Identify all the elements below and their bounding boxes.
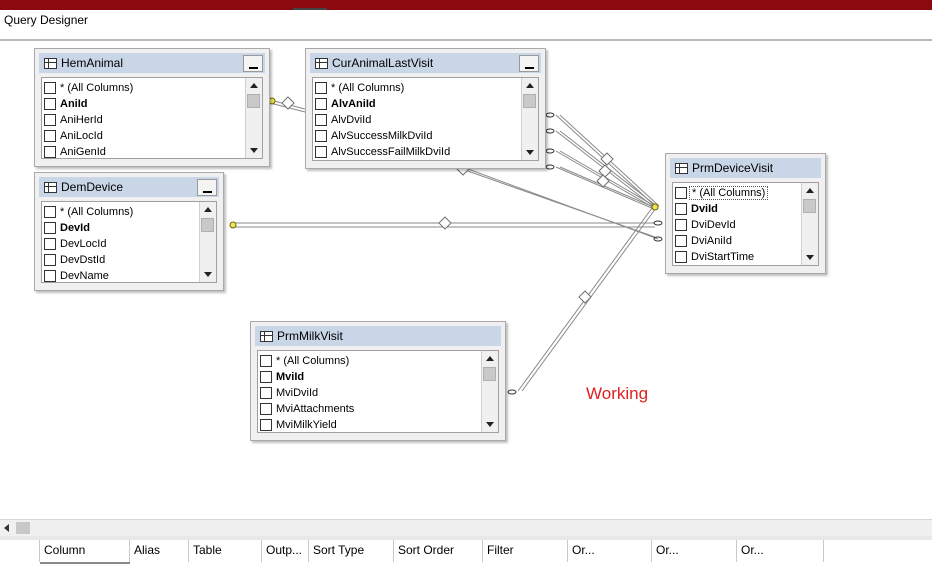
checkbox[interactable] (44, 98, 56, 110)
checkbox[interactable] (260, 371, 272, 383)
checkbox[interactable] (260, 419, 272, 431)
scroll-thumb[interactable] (247, 94, 260, 108)
scroll-down-arrow-icon[interactable] (200, 266, 216, 282)
scroll-down-arrow-icon[interactable] (246, 142, 262, 158)
scroll-down-arrow-icon[interactable] (802, 249, 818, 265)
scroll-up-arrow-icon[interactable] (246, 78, 262, 94)
minimize-button[interactable] (197, 179, 217, 196)
column-header-alias[interactable]: Alias (130, 540, 189, 562)
scroll-thumb[interactable] (201, 218, 214, 232)
checkbox[interactable] (44, 238, 56, 250)
minimize-button[interactable] (243, 55, 263, 72)
column-header-column[interactable]: Column (40, 540, 130, 562)
checkbox[interactable] (44, 206, 56, 218)
scroll-thumb[interactable] (523, 94, 536, 108)
table-icon (260, 331, 273, 342)
table-hemanimal[interactable]: HemAnimal * (All Columns) AniId AniHerId… (34, 48, 270, 167)
scroll-thumb[interactable] (483, 367, 496, 381)
window-title-bar (0, 0, 932, 10)
pane-title: Query Designer (4, 13, 89, 27)
scroll-thumb[interactable] (16, 522, 30, 534)
checkbox[interactable] (315, 130, 327, 142)
scroll-up-arrow-icon[interactable] (802, 183, 818, 199)
checkbox[interactable] (315, 82, 327, 94)
table-icon (44, 182, 57, 193)
column-header-table[interactable]: Table (189, 540, 262, 562)
minimize-button[interactable] (519, 55, 539, 72)
table-title: CurAnimalLastVisit (332, 56, 434, 70)
tab-indicator (293, 8, 327, 10)
vertical-scrollbar[interactable] (801, 183, 818, 265)
scroll-up-arrow-icon[interactable] (200, 202, 216, 218)
column-list[interactable]: * (All Columns) DevId DevLocId DevDstId … (41, 201, 217, 283)
column-list[interactable]: * (All Columns) AlvAniId AlvDviId AlvSuc… (312, 77, 539, 161)
diagram-pane[interactable]: HemAnimal * (All Columns) AniId AniHerId… (0, 41, 932, 519)
table-header[interactable]: HemAnimal (39, 53, 265, 73)
column-header-filter[interactable]: Filter (483, 540, 568, 562)
table-header[interactable]: PrmMilkVisit (255, 326, 501, 346)
checkbox[interactable] (315, 98, 327, 110)
table-demdevice[interactable]: DemDevice * (All Columns) DevId DevLocId… (34, 172, 224, 291)
table-header[interactable]: CurAnimalLastVisit (310, 53, 541, 73)
column-header-sort-type[interactable]: Sort Type (309, 540, 394, 562)
criteria-grid[interactable]: Column Alias Table Outp... Sort Type Sor… (0, 540, 932, 564)
column-list[interactable]: * (All Columns) AniId AniHerId AniLocId … (41, 77, 263, 159)
checkbox[interactable] (44, 270, 56, 282)
column-list[interactable]: * (All Columns) DviId DviDevId DviAniId … (672, 182, 819, 266)
scroll-down-arrow-icon[interactable] (482, 416, 498, 432)
checkbox[interactable] (44, 254, 56, 266)
table-icon (44, 58, 57, 69)
checkbox[interactable] (675, 203, 687, 215)
grid-row-selector[interactable] (0, 540, 40, 562)
checkbox[interactable] (675, 187, 687, 199)
table-icon (315, 58, 328, 69)
checkbox[interactable] (315, 146, 327, 158)
checkbox[interactable] (44, 130, 56, 142)
status-text: Working (586, 384, 649, 403)
checkbox[interactable] (44, 146, 56, 158)
column-list[interactable]: * (All Columns) MviId MviDviId MviAttach… (257, 350, 499, 433)
table-title: PrmMilkVisit (277, 329, 343, 343)
column-header-or-2[interactable]: Or... (652, 540, 737, 562)
scroll-up-arrow-icon[interactable] (482, 351, 498, 367)
horizontal-scrollbar[interactable] (0, 519, 932, 537)
checkbox[interactable] (260, 403, 272, 415)
vertical-scrollbar[interactable] (521, 78, 538, 160)
checkbox[interactable] (675, 251, 687, 263)
table-curanimallastvisit[interactable]: CurAnimalLastVisit * (All Columns) AlvAn… (305, 48, 546, 169)
checkbox[interactable] (315, 114, 327, 126)
checkbox[interactable] (260, 355, 272, 367)
vertical-scrollbar[interactable] (199, 202, 216, 282)
vertical-scrollbar[interactable] (245, 78, 262, 158)
table-title: DemDevice (61, 180, 124, 194)
checkbox[interactable] (44, 114, 56, 126)
column-header-or-1[interactable]: Or... (568, 540, 652, 562)
table-title: HemAnimal (61, 56, 124, 70)
table-title: PrmDeviceVisit (692, 161, 774, 175)
scroll-left-arrow-icon[interactable] (0, 520, 16, 537)
checkbox[interactable] (44, 82, 56, 94)
checkbox[interactable] (260, 387, 272, 399)
table-header[interactable]: DemDevice (39, 177, 219, 197)
column-header-or-3[interactable]: Or... (737, 540, 824, 562)
scroll-up-arrow-icon[interactable] (522, 78, 538, 94)
table-prmmilkvisit[interactable]: PrmMilkVisit * (All Columns) MviId MviDv… (250, 321, 506, 441)
vertical-scrollbar[interactable] (481, 351, 498, 432)
checkbox[interactable] (675, 235, 687, 247)
scroll-thumb[interactable] (803, 199, 816, 213)
checkbox[interactable] (44, 222, 56, 234)
table-prmdevicevisit[interactable]: PrmDeviceVisit * (All Columns) DviId Dvi… (665, 153, 826, 274)
checkbox[interactable] (675, 219, 687, 231)
table-header[interactable]: PrmDeviceVisit (670, 158, 821, 178)
column-header-sort-order[interactable]: Sort Order (394, 540, 483, 562)
column-header-output[interactable]: Outp... (262, 540, 309, 562)
scroll-down-arrow-icon[interactable] (522, 144, 538, 160)
table-icon (675, 163, 688, 174)
